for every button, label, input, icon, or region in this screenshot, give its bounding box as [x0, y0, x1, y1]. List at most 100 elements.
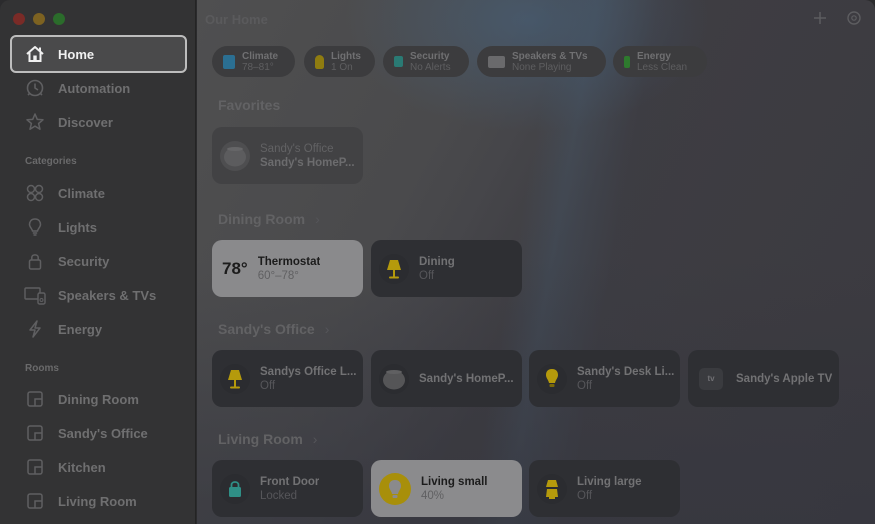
climate-icon: [223, 54, 235, 69]
homepod-icon: [379, 363, 409, 394]
lightbulb-icon: [24, 216, 46, 238]
pill-subtitle: No Alerts: [410, 61, 451, 73]
activity-icon[interactable]: [846, 10, 862, 26]
chevron-right-icon: ›: [315, 211, 320, 227]
window-controls: [13, 13, 65, 25]
page-title: Our Home: [205, 12, 268, 27]
tile-title: Sandy's Desk Li...: [577, 365, 675, 378]
sidebar-item-label: Automation: [58, 80, 131, 96]
maximize-window-button[interactable]: [53, 13, 65, 25]
pill-subtitle: Less Clean: [637, 61, 688, 73]
sidebar-item-security[interactable]: Security: [12, 244, 186, 278]
section-title: Sandy's Office: [218, 321, 315, 337]
tile-title: Sandys Office L...: [260, 365, 357, 378]
tile-living-small[interactable]: Living small 40%: [371, 460, 522, 517]
tile-title: Dining: [419, 255, 455, 268]
tile-sandys-apple-tv[interactable]: tv Sandy's Apple TV: [688, 350, 839, 407]
tile-thermostat[interactable]: 78° Thermostat 60°–78°: [212, 240, 363, 297]
star-icon: [24, 111, 46, 133]
homepod-icon: [220, 140, 250, 171]
appletv-icon: tv: [699, 367, 723, 390]
tile-living-large[interactable]: Living large Off: [529, 460, 680, 517]
status-pill-climate[interactable]: Climate 78–81°: [212, 46, 295, 77]
sidebar-item-automation[interactable]: Automation: [12, 71, 186, 105]
sidebar-item-energy[interactable]: Energy: [12, 312, 186, 346]
tile-subtitle: Off: [577, 489, 593, 502]
status-pill-speakers-tvs[interactable]: Speakers & TVs None Playing: [477, 46, 606, 77]
chevron-right-icon: ›: [312, 431, 318, 447]
tile-subtitle: 60°–78°: [257, 269, 299, 282]
tile-subtitle: Locked: [260, 489, 298, 502]
tile-subtitle: 40%: [421, 489, 445, 502]
sidebar-item-label: Living Room: [58, 493, 137, 509]
tile-title: Sandy's HomeP...: [260, 156, 355, 169]
tile-title: Sandy's Apple TV: [736, 372, 833, 385]
bolt-icon: [24, 318, 46, 340]
section-title: Dining Room: [218, 211, 306, 227]
room-icon: [24, 422, 46, 444]
pill-subtitle: 1 On: [331, 61, 353, 73]
room-icon: [24, 456, 46, 478]
minimize-window-button[interactable]: [33, 13, 45, 25]
pill-title: Energy: [637, 50, 671, 62]
dining-room-heading[interactable]: Dining Room ›: [218, 211, 320, 227]
close-window-button[interactable]: [13, 13, 25, 25]
status-pill-lights[interactable]: Lights 1 On: [304, 46, 375, 77]
status-pill-security[interactable]: Security No Alerts: [383, 46, 469, 77]
tile-front-door[interactable]: Front Door Locked: [212, 460, 363, 517]
clock-icon: [24, 77, 46, 99]
favorite-tile-homepod[interactable]: Sandy's Office Sandy's HomeP...: [212, 127, 363, 184]
lightbulb-icon[interactable]: [379, 472, 411, 505]
leaf-bolt-icon: [624, 55, 630, 68]
pill-subtitle: 78–81°: [242, 61, 274, 73]
chevron-right-icon: ›: [324, 321, 330, 337]
sidebar-item-living-room[interactable]: Living Room: [12, 484, 186, 518]
sidebar-item-climate[interactable]: Climate: [12, 176, 186, 210]
sidebar-item-label: Energy: [58, 321, 103, 337]
pill-title: Lights: [331, 50, 361, 62]
living-room-heading[interactable]: Living Room ›: [218, 431, 317, 447]
tile-subtitle: Off: [260, 379, 276, 392]
tile-sandys-office-light[interactable]: Sandys Office L... Off: [212, 350, 363, 407]
room-icon: [24, 490, 46, 512]
sidebar-item-discover[interactable]: Discover: [12, 105, 186, 139]
section-title: Favorites: [218, 97, 281, 113]
tile-sandys-desk-light[interactable]: Sandy's Desk Li... Off: [529, 350, 680, 407]
pill-title: Climate: [242, 50, 279, 62]
sidebar-item-sandys-office[interactable]: Sandy's Office: [12, 416, 186, 450]
sidebar-item-dining-room[interactable]: Dining Room: [12, 382, 186, 416]
tile-dining-light[interactable]: Dining Off: [371, 240, 522, 297]
tile-subtitle: Off: [419, 269, 435, 282]
section-title: Living Room: [218, 431, 303, 447]
home-app-window: Home Automation Discover Categories Clim…: [0, 0, 875, 524]
sidebar-item-label: Security: [58, 253, 110, 269]
sidebar-item-lights[interactable]: Lights: [12, 210, 186, 244]
fan-icon: [24, 182, 46, 204]
room-icon: [24, 388, 46, 410]
lamp-icon[interactable]: [220, 363, 250, 394]
lightbulb-icon[interactable]: [537, 363, 567, 394]
sidebar-item-label: Lights: [58, 219, 97, 235]
lock-icon: [24, 250, 46, 272]
plus-icon[interactable]: [812, 10, 828, 26]
sidebar-item-home[interactable]: Home: [10, 35, 187, 73]
sidebar-item-label: Speakers & TVs: [58, 287, 157, 303]
pill-subtitle: None Playing: [512, 61, 572, 73]
status-pill-energy[interactable]: Energy Less Clean: [613, 46, 707, 77]
lamp-icon[interactable]: [537, 473, 567, 504]
sidebar-item-speakers-tvs[interactable]: Speakers & TVs: [12, 278, 186, 312]
rooms-section-label: Rooms: [25, 363, 59, 374]
lock-icon[interactable]: [220, 473, 250, 504]
sidebar-item-label: Kitchen: [58, 459, 106, 475]
tile-sandys-homepod[interactable]: Sandy's HomeP...: [371, 350, 522, 407]
tv-speaker-icon: [24, 284, 46, 306]
tile-subtitle: Off: [577, 379, 593, 392]
sandys-office-heading[interactable]: Sandy's Office ›: [218, 321, 329, 337]
sidebar-item-kitchen[interactable]: Kitchen: [12, 450, 186, 484]
pill-title: Security: [410, 50, 450, 62]
lamp-icon[interactable]: [379, 253, 409, 284]
categories-section-label: Categories: [25, 156, 77, 167]
tile-title: Sandy's HomeP...: [419, 372, 514, 385]
sidebar-item-label: Sandy's Office: [58, 425, 148, 441]
house-icon: [24, 43, 46, 65]
